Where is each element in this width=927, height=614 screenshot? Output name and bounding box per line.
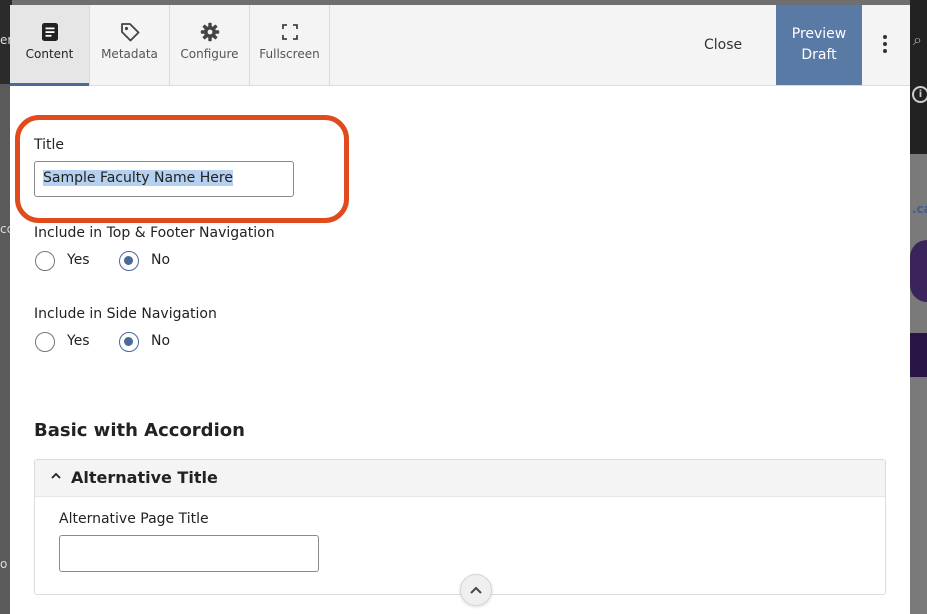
- expand-icon: [282, 24, 298, 40]
- tab-label: Metadata: [101, 47, 158, 61]
- tab-label: Configure: [180, 47, 239, 61]
- preview-draft-button[interactable]: Preview Draft: [776, 5, 862, 85]
- top-nav-yes-label: Yes: [67, 252, 90, 268]
- tab-fullscreen[interactable]: Fullscreen: [250, 5, 330, 85]
- editor-toolbar: Content Metadata Configure Fullscreen Cl…: [10, 5, 910, 86]
- edit-panel: Content Metadata Configure Fullscreen Cl…: [10, 5, 910, 614]
- side-nav-no-radio[interactable]: [119, 332, 139, 352]
- tab-configure[interactable]: Configure: [170, 5, 250, 85]
- close-button[interactable]: Close: [704, 37, 742, 53]
- background-topbar: ⌕ i: [910, 0, 927, 154]
- alt-title-label: Alternative Page Title: [59, 511, 209, 527]
- top-nav-label: Include in Top & Footer Navigation: [34, 225, 275, 241]
- title-label: Title: [34, 137, 65, 153]
- accordion-title: Alternative Title: [71, 468, 218, 487]
- tab-label: Content: [25, 47, 74, 61]
- side-nav-no-label: No: [151, 333, 171, 349]
- accordion: Alternative Title Alternative Page Title: [34, 459, 886, 595]
- alt-title-input[interactable]: [59, 535, 319, 572]
- background-text: o: [0, 557, 8, 571]
- background-logo: [910, 240, 927, 302]
- title-input-value: Sample Faculty Name Here: [43, 170, 233, 186]
- top-nav-yes-radio[interactable]: [35, 251, 55, 271]
- background-link-text: .ca: [912, 202, 927, 216]
- tab-metadata[interactable]: Metadata: [90, 5, 170, 85]
- collapse-button[interactable]: [460, 574, 492, 606]
- preview-label: Draft: [801, 47, 837, 63]
- info-icon: i: [912, 86, 927, 103]
- search-icon: ⌕: [913, 30, 922, 49]
- chevron-up-icon: [51, 472, 61, 479]
- tab-content[interactable]: Content: [10, 5, 90, 86]
- document-icon: [42, 23, 58, 41]
- side-nav-label: Include in Side Navigation: [34, 306, 217, 322]
- top-nav-no-radio[interactable]: [119, 251, 139, 271]
- preview-label: Preview: [791, 26, 847, 42]
- background-page-right: ⌕ i .ca: [910, 0, 927, 614]
- tab-label: Fullscreen: [259, 47, 320, 61]
- more-options-icon[interactable]: [880, 35, 890, 55]
- chevron-up-icon: [470, 586, 482, 594]
- background-banner: [910, 333, 927, 377]
- title-input[interactable]: Sample Faculty Name Here: [34, 161, 294, 197]
- top-nav-no-label: No: [151, 252, 171, 268]
- side-nav-yes-label: Yes: [67, 333, 90, 349]
- side-nav-yes-radio[interactable]: [35, 332, 55, 352]
- gear-icon: [200, 22, 220, 42]
- section-heading: Basic with Accordion: [34, 420, 245, 441]
- accordion-header[interactable]: Alternative Title: [35, 460, 885, 497]
- tag-icon: [121, 23, 140, 42]
